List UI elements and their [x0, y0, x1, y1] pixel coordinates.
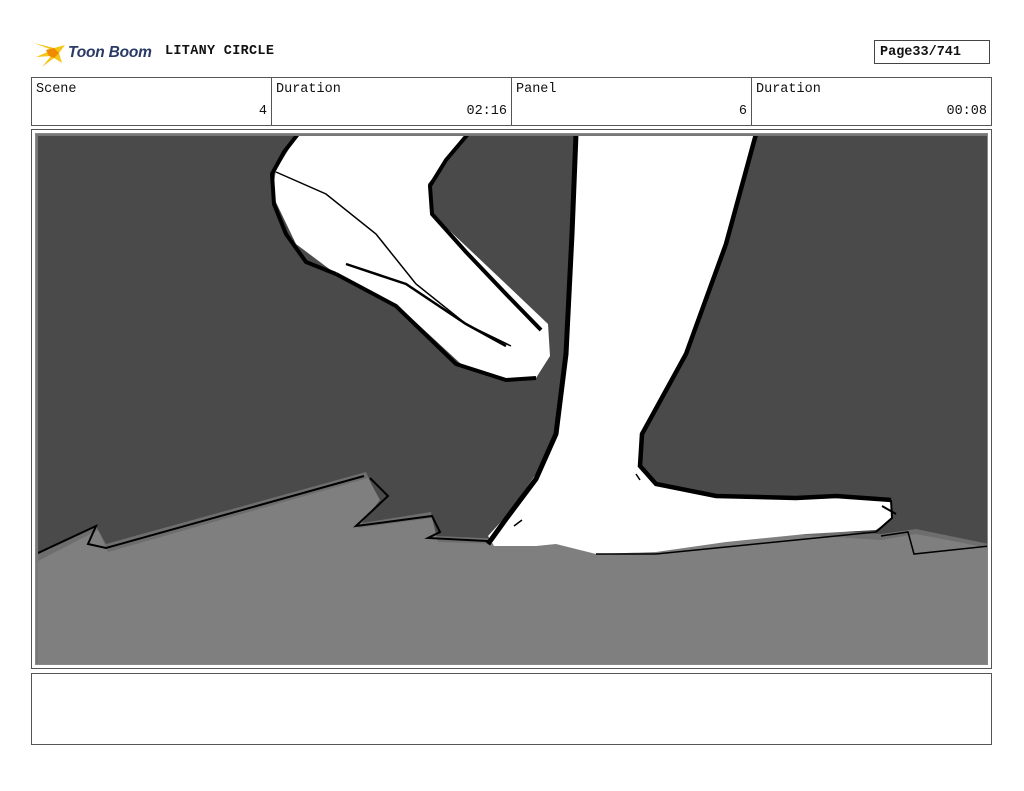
- scene-duration-value: 02:16: [466, 104, 507, 119]
- project-title: LITANY CIRCLE: [165, 44, 275, 59]
- panel-duration-cell: Duration 00:08: [752, 78, 991, 125]
- page-label: Page: [880, 44, 913, 60]
- storyboard-panel-image: [35, 133, 988, 665]
- star-logo-icon: [34, 43, 65, 67]
- panel-value: 6: [738, 104, 747, 119]
- panel-info-row: Scene 4 Duration 02:16 Panel 6 Duration …: [31, 77, 992, 126]
- page-indicator: Page 33/741: [874, 40, 990, 64]
- panel-label: Panel: [516, 82, 557, 97]
- scene-duration-label: Duration: [276, 82, 341, 97]
- scene-cell: Scene 4: [32, 78, 272, 125]
- panel-duration-label: Duration: [756, 82, 821, 97]
- panel-cell: Panel 6: [512, 78, 752, 125]
- panel-duration-value: 00:08: [946, 104, 987, 119]
- logo-text: Toon Boom: [68, 44, 152, 61]
- panel-notes-box: [31, 673, 992, 745]
- scene-label: Scene: [36, 82, 77, 97]
- scene-value: 4: [258, 104, 267, 119]
- feet-walking-sketch: [36, 134, 987, 664]
- storyboard-panel-frame: [31, 129, 992, 669]
- scene-duration-cell: Duration 02:16: [272, 78, 512, 125]
- toon-boom-logo: Toon Boom: [32, 36, 157, 70]
- page-number: 33/741: [912, 44, 962, 60]
